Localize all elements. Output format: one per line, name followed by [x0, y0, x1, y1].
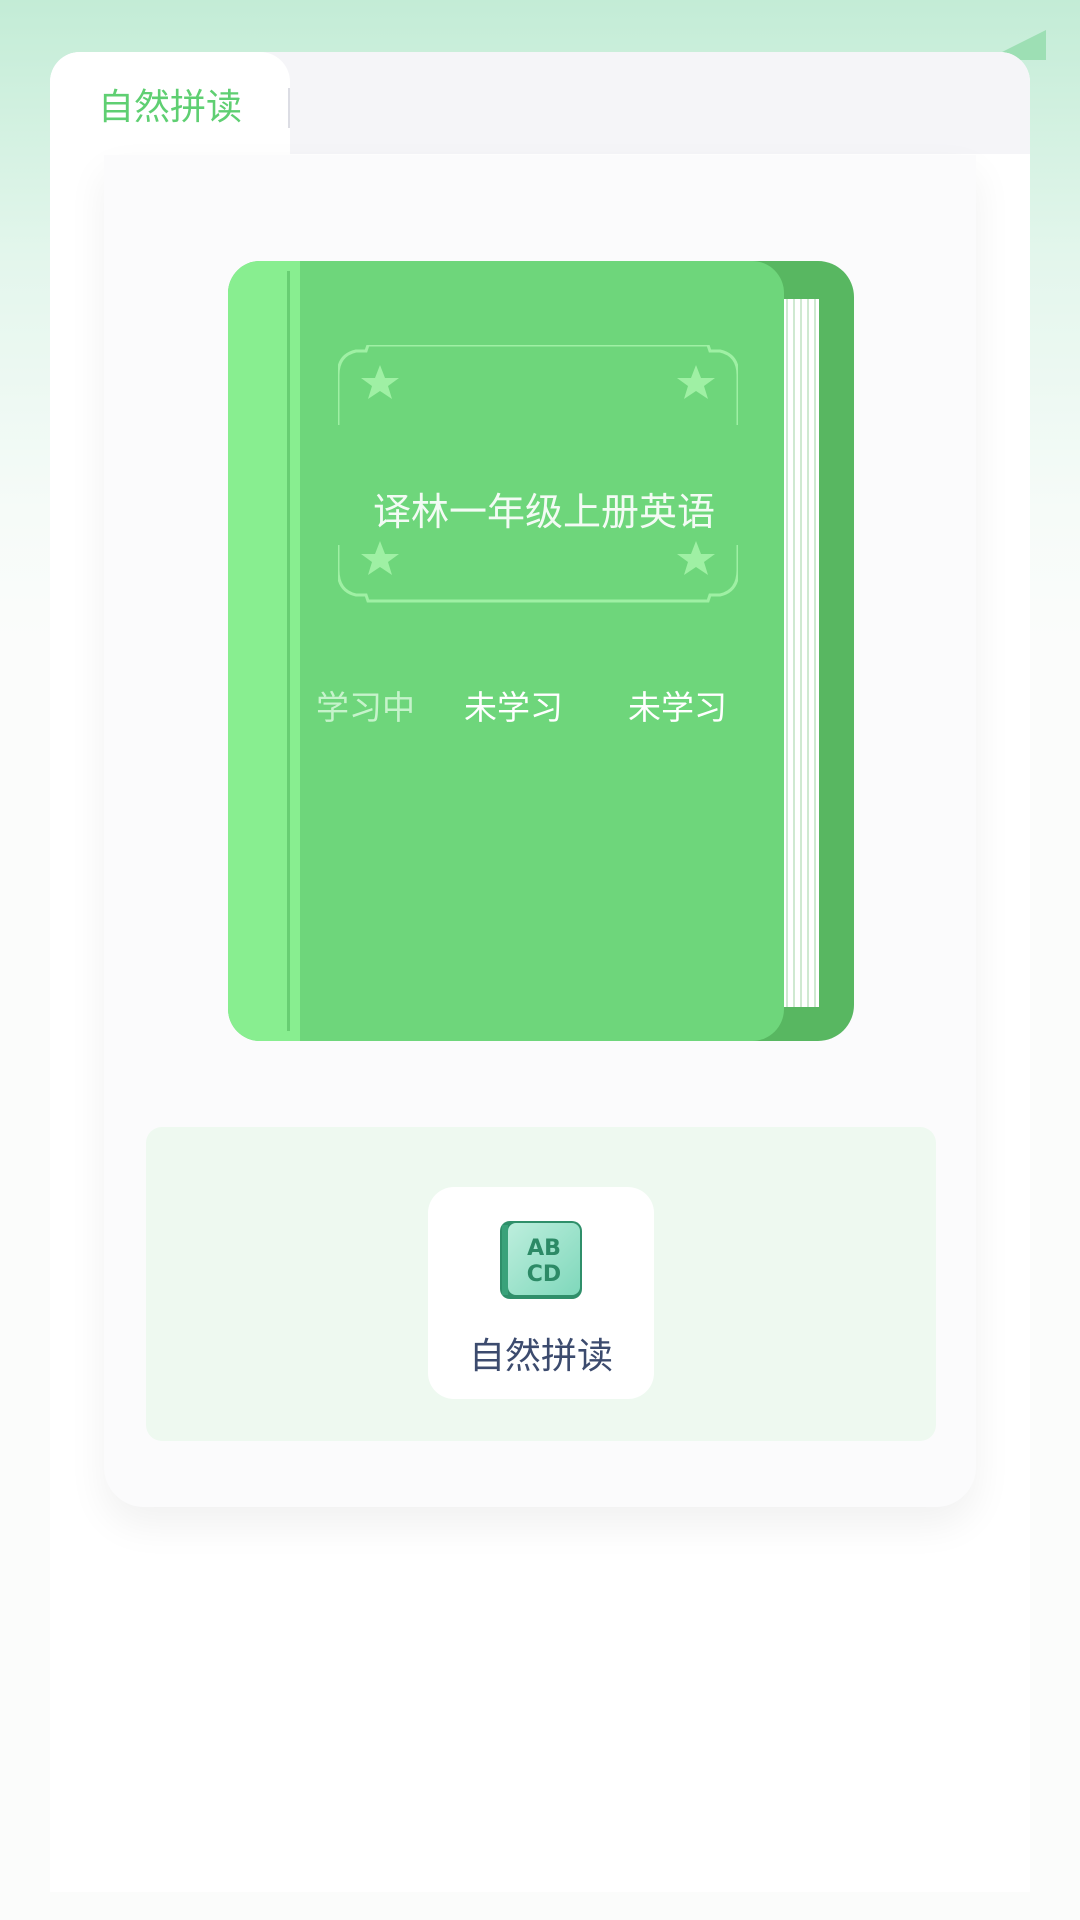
- tab-divider: [288, 88, 290, 128]
- phonics-label: 自然拼读: [468, 1336, 613, 1377]
- svg-text:CD: CD: [527, 1262, 561, 1287]
- tab-bar: 自然拼读: [50, 52, 1030, 154]
- title-frame-decoration: [338, 345, 738, 603]
- phonics-button[interactable]: AB CD 自然拼读: [428, 1187, 654, 1399]
- tab-label: 自然拼读: [97, 87, 242, 128]
- unit-status-learning: 学习中: [316, 688, 415, 727]
- spine-line: [287, 271, 290, 1031]
- feature-panel: AB CD 自然拼读: [146, 1127, 936, 1441]
- unit-status-not-started: 未学习: [628, 688, 727, 727]
- star-icon: [361, 365, 715, 575]
- content-card: 译林一年级上册英语 学习中 未学习 未学习 AB CD 自然拼读: [104, 155, 976, 1507]
- tab-phonics[interactable]: 自然拼读: [50, 52, 290, 154]
- book-pages: [781, 299, 819, 1007]
- unit-status-not-started: 未学习: [464, 688, 563, 727]
- svg-text:AB: AB: [527, 1236, 561, 1261]
- unit-status-row: 学习中 未学习 未学习: [316, 681, 756, 731]
- book-title: 译林一年级上册英语: [372, 490, 715, 534]
- book-cover: 译林一年级上册英语 学习中 未学习 未学习: [228, 261, 784, 1041]
- textbook-card[interactable]: 译林一年级上册英语 学习中 未学习 未学习: [228, 261, 854, 1041]
- abcd-book-icon: AB CD: [500, 1221, 582, 1299]
